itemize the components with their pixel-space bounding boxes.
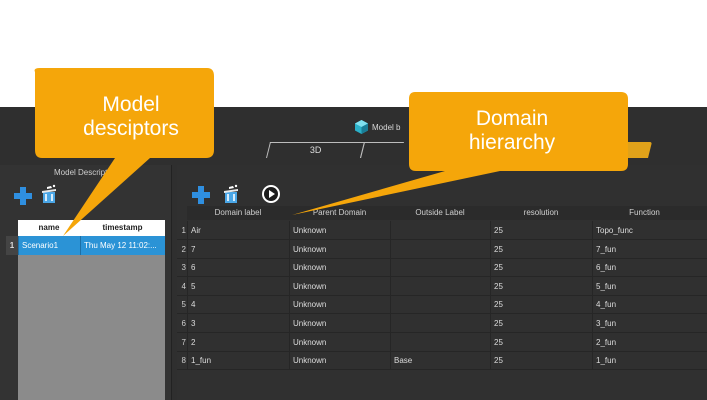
parent-domain-cell[interactable]: Unknown <box>289 314 390 332</box>
app-window: Model b 3D s Model Descript Domain label… <box>0 107 707 400</box>
descriptor-table-header: name timestamp <box>18 220 165 236</box>
table-row[interactable]: 2 7 Unknown 25 7_fun <box>177 239 707 259</box>
domain-label-cell[interactable]: 5 <box>187 276 289 295</box>
table-row[interactable]: 3 6 Unknown 25 6_fun <box>177 258 707 278</box>
function-cell[interactable]: 4_fun <box>592 295 697 314</box>
tab-domains-active[interactable]: s <box>596 142 652 158</box>
resolution-cell[interactable]: 25 <box>490 332 592 351</box>
resolution-cell[interactable]: 25 <box>490 221 592 239</box>
table-row[interactable]: 7 2 Unknown 25 2_fun <box>177 332 707 352</box>
app-header: Model b <box>355 120 400 134</box>
function-cell[interactable]: 6_fun <box>592 258 697 277</box>
table-row[interactable]: 8 1_fun Unknown Base 25 1_fun <box>177 351 707 371</box>
outside-label-cell[interactable] <box>390 221 490 239</box>
model-logo-icon <box>355 120 368 134</box>
table-row[interactable]: 5 4 Unknown 25 4_fun <box>177 295 707 315</box>
tab-3d[interactable]: 3D <box>266 142 365 158</box>
resolution-cell[interactable]: 25 <box>490 295 592 314</box>
resolution-cell[interactable]: 25 <box>490 351 592 370</box>
table-row[interactable]: 1 Air Unknown 25 Topo_func <box>177 221 707 240</box>
parent-domain-cell[interactable]: Unknown <box>289 351 390 370</box>
column-header[interactable]: Parent Domain <box>289 206 390 220</box>
domain-table-header: Domain label Parent Domain Outside Label… <box>187 206 707 220</box>
outside-label-cell[interactable] <box>390 239 490 258</box>
row-number: 7 <box>181 337 186 347</box>
table-row[interactable]: 4 5 Unknown 25 5_fun <box>177 276 707 296</box>
row-number: 8 <box>181 356 186 366</box>
domain-label-cell[interactable]: 3 <box>187 314 289 332</box>
panel-title: Model Descript <box>54 168 108 177</box>
parent-domain-cell[interactable]: Unknown <box>289 276 390 295</box>
app-title: Model b <box>372 122 401 132</box>
column-header[interactable]: name <box>18 220 80 236</box>
parent-domain-cell[interactable]: Unknown <box>289 221 390 239</box>
bin-icon[interactable] <box>38 183 60 205</box>
play-icon[interactable] <box>261 184 283 206</box>
outside-label-cell[interactable] <box>390 276 490 295</box>
name-cell[interactable]: Scenario1 <box>18 236 80 255</box>
column-header[interactable]: resolution <box>490 206 592 220</box>
outside-label-cell[interactable] <box>390 332 490 351</box>
function-cell[interactable]: 2_fun <box>592 332 697 351</box>
function-cell[interactable]: 5_fun <box>592 276 697 295</box>
column-header[interactable]: Domain label <box>187 206 289 220</box>
domain-hierarchy-panel: Domain label Parent Domain Outside Label… <box>177 165 707 400</box>
parent-domain-cell[interactable]: Unknown <box>289 332 390 351</box>
parent-domain-cell[interactable]: Unknown <box>289 295 390 314</box>
function-cell[interactable]: 3_fun <box>592 314 697 332</box>
resolution-cell[interactable]: 25 <box>490 314 592 332</box>
function-cell[interactable]: Topo_func <box>592 221 697 239</box>
resolution-cell[interactable]: 25 <box>490 239 592 258</box>
resolution-cell[interactable]: 25 <box>490 258 592 277</box>
empty-table-area <box>18 255 165 400</box>
outside-label-cell[interactable] <box>390 314 490 332</box>
domain-label-cell[interactable]: 7 <box>187 239 289 258</box>
tab-second[interactable] <box>360 142 404 158</box>
timestamp-cell[interactable]: Thu May 12 11:02:... <box>80 236 165 255</box>
bin-icon[interactable] <box>220 183 242 205</box>
outside-label-cell[interactable] <box>390 258 490 277</box>
function-cell[interactable]: 7_fun <box>592 239 697 258</box>
column-header[interactable]: Outside Label <box>390 206 490 220</box>
row-number: 5 <box>181 300 186 310</box>
slide: Model b 3D s Model Descript Domain label… <box>0 0 707 400</box>
function-cell[interactable]: 1_fun <box>592 351 697 370</box>
outside-label-cell[interactable]: Base <box>390 351 490 370</box>
parent-domain-cell[interactable]: Unknown <box>289 258 390 277</box>
domain-label-cell[interactable]: 1_fun <box>187 351 289 370</box>
row-number: 6 <box>181 319 186 328</box>
column-header[interactable]: Function <box>592 206 697 220</box>
table-row[interactable]: 6 3 Unknown 25 3_fun <box>177 314 707 333</box>
row-number: 1 <box>6 236 18 255</box>
column-header[interactable]: timestamp <box>80 220 165 236</box>
outside-label-cell[interactable] <box>390 295 490 314</box>
row-number: 2 <box>181 244 186 254</box>
domain-label-cell[interactable]: 4 <box>187 295 289 314</box>
domain-label-cell[interactable]: Air <box>187 221 289 239</box>
plus-icon[interactable] <box>190 184 212 206</box>
plus-icon[interactable] <box>12 185 34 207</box>
table-row[interactable]: 1 Scenario1 Thu May 12 11:02:... <box>6 236 165 255</box>
parent-domain-cell[interactable]: Unknown <box>289 239 390 258</box>
domain-label-cell[interactable]: 2 <box>187 332 289 351</box>
row-number: 1 <box>181 226 186 235</box>
row-number: 3 <box>181 263 186 273</box>
domain-label-cell[interactable]: 6 <box>187 258 289 277</box>
resolution-cell[interactable]: 25 <box>490 276 592 295</box>
row-number: 4 <box>181 281 186 291</box>
